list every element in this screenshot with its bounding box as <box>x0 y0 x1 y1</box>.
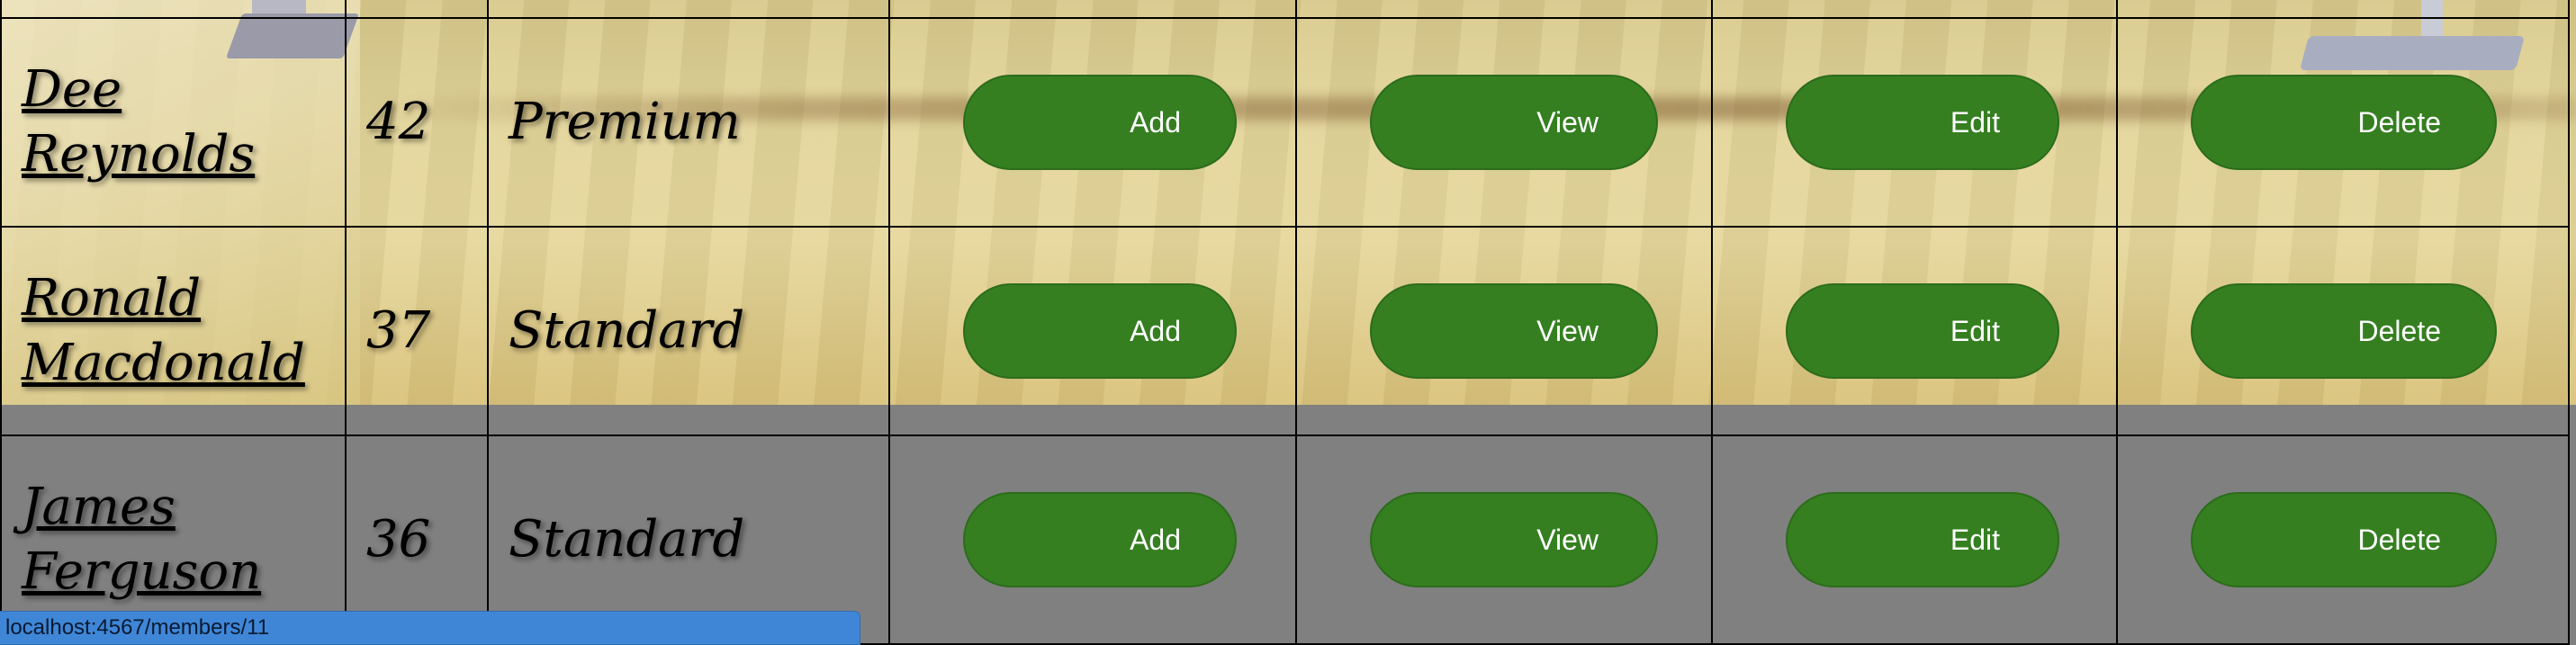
action-cell: View <box>1295 434 1713 645</box>
action-cell: Delete <box>2116 17 2570 228</box>
action-cell: Edit <box>1711 226 2118 436</box>
view-button[interactable]: View <box>1370 75 1658 170</box>
table-cell <box>888 0 1297 19</box>
action-cell: Add <box>888 17 1297 228</box>
member-membership: Standard <box>509 301 745 360</box>
view-button[interactable]: View <box>1370 283 1658 379</box>
action-cell: View <box>1295 226 1713 436</box>
member-membership: Standard <box>509 510 745 569</box>
table-cell <box>345 0 489 19</box>
member-age: 36 <box>366 510 431 569</box>
action-cell: Edit <box>1711 17 2118 228</box>
add-button[interactable]: Add <box>963 283 1237 379</box>
member-name-link[interactable]: Ronald Macdonald <box>22 266 345 396</box>
table-row: Ronald Macdonald 37 Standard Add View Ed… <box>0 226 2570 436</box>
member-membership: Premium <box>509 93 741 151</box>
member-name-cell: Ronald Macdonald <box>0 226 347 436</box>
edit-button[interactable]: Edit <box>1786 492 2059 587</box>
member-name-link[interactable]: Dee Reynolds <box>22 58 345 187</box>
member-age-cell: 42 <box>345 17 489 228</box>
action-cell: Add <box>888 226 1297 436</box>
action-cell: Delete <box>2116 226 2570 436</box>
table-cell <box>1295 0 1713 19</box>
members-table: Dee Reynolds 42 Premium Add View Edit De… <box>0 0 2570 645</box>
table-row: Dee Reynolds 42 Premium Add View Edit De… <box>0 17 2570 228</box>
table-cell <box>1711 0 2118 19</box>
member-age: 37 <box>366 301 431 360</box>
member-name-cell: Dee Reynolds <box>0 17 347 228</box>
status-bar-url: localhost:4567/members/11 <box>0 612 860 644</box>
delete-button[interactable]: Delete <box>2191 492 2497 587</box>
edit-button[interactable]: Edit <box>1786 283 2059 379</box>
member-type-cell: Premium <box>487 17 890 228</box>
member-age-cell: 37 <box>345 226 489 436</box>
table-cell <box>2116 0 2570 19</box>
delete-button[interactable]: Delete <box>2191 283 2497 379</box>
delete-button[interactable]: Delete <box>2191 75 2497 170</box>
member-age: 42 <box>366 93 431 151</box>
action-cell: Edit <box>1711 434 2118 645</box>
table-cell <box>487 0 890 19</box>
action-cell: Delete <box>2116 434 2570 645</box>
table-row-partial <box>0 0 2570 19</box>
add-button[interactable]: Add <box>963 492 1237 587</box>
action-cell: View <box>1295 17 1713 228</box>
edit-button[interactable]: Edit <box>1786 75 2059 170</box>
member-name-link[interactable]: James Ferguson <box>22 475 345 605</box>
action-cell: Add <box>888 434 1297 645</box>
table-cell <box>0 0 347 19</box>
member-type-cell: Standard <box>487 226 890 436</box>
view-button[interactable]: View <box>1370 492 1658 587</box>
add-button[interactable]: Add <box>963 75 1237 170</box>
